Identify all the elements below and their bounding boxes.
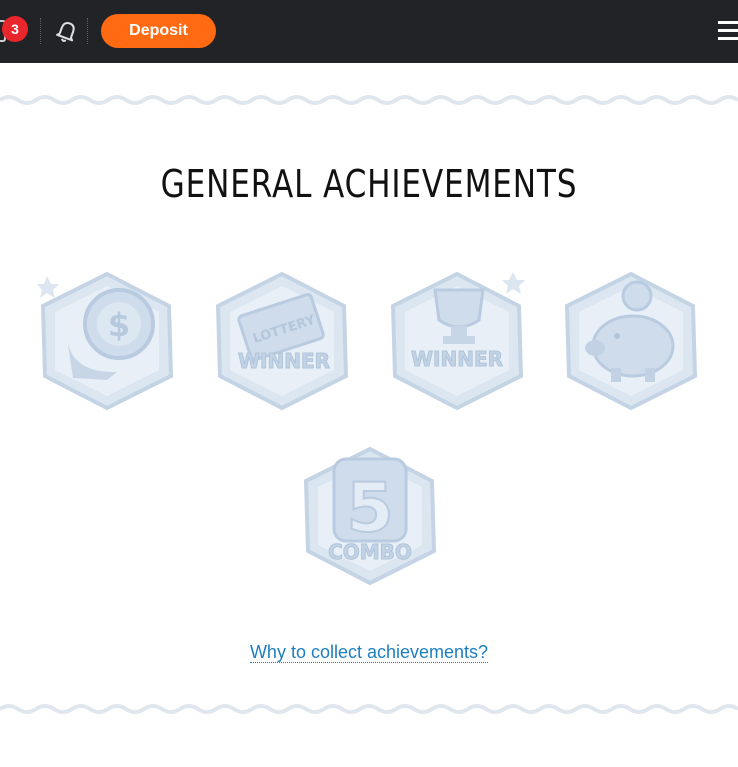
- trophy-winner-achievement[interactable]: WINNER: [387, 268, 527, 413]
- wave-divider: [0, 95, 738, 105]
- svg-text:COMBO: COMBO: [328, 540, 412, 564]
- svg-text:WINNER: WINNER: [238, 349, 330, 373]
- why-collect-link-wrapper: Why to collect achievements?: [0, 642, 738, 663]
- notification-count-badge[interactable]: 3: [2, 16, 28, 42]
- svg-text:$: $: [108, 306, 130, 344]
- deposit-button[interactable]: Deposit: [101, 14, 216, 48]
- piggy-bank-achievement[interactable]: [561, 268, 701, 413]
- why-collect-achievements-link[interactable]: Why to collect achievements?: [249, 642, 489, 663]
- coin-achievement[interactable]: $: [37, 268, 177, 413]
- top-navigation-bar: 3 Deposit: [0, 0, 738, 63]
- divider: [40, 18, 41, 44]
- wave-divider: [0, 704, 738, 714]
- lottery-winner-achievement[interactable]: LOTTERY WINNER: [212, 268, 352, 413]
- svg-text:WINNER: WINNER: [411, 347, 503, 371]
- svg-text:5: 5: [346, 469, 393, 548]
- bell-icon[interactable]: [53, 17, 81, 45]
- combo-achievement[interactable]: 5 COMBO: [300, 443, 440, 588]
- menu-hamburger-icon[interactable]: [718, 21, 738, 41]
- divider: [87, 18, 88, 44]
- page-title: GENERAL ACHIEVEMENTS: [160, 162, 578, 206]
